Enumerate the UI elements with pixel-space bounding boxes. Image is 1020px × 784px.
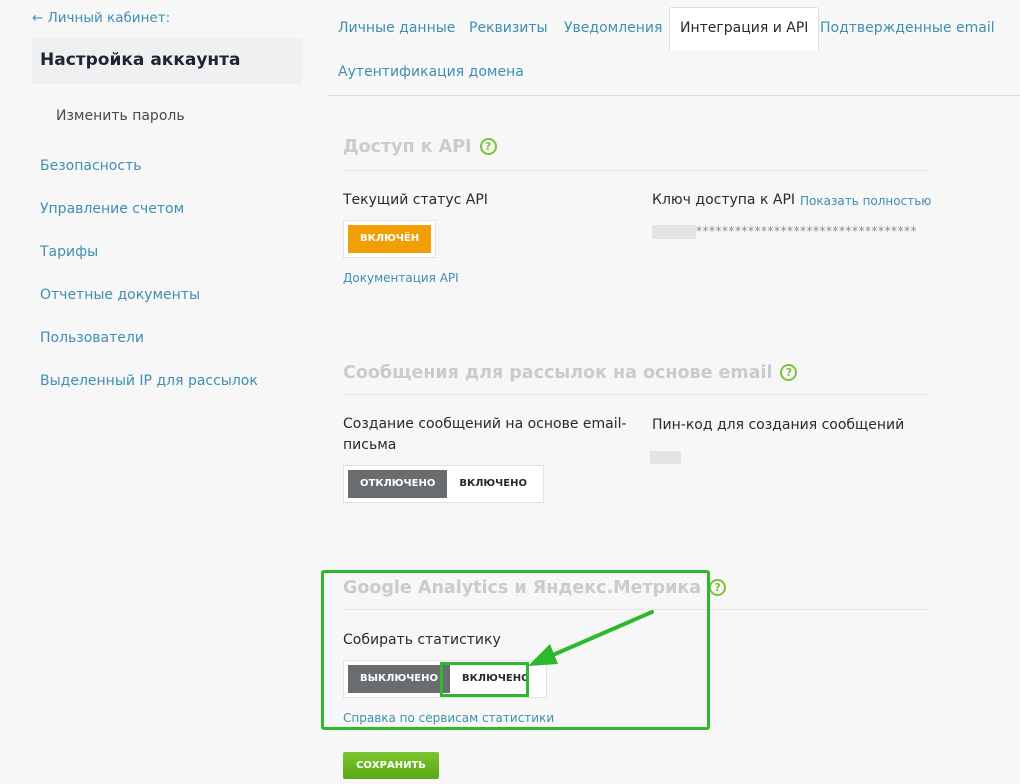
api-key-value: ********************************** xyxy=(652,224,917,239)
section-divider xyxy=(343,170,930,171)
back-to-account-link[interactable]: ← Личный кабинет: xyxy=(32,10,170,26)
section-divider xyxy=(343,394,930,395)
show-full-key-link[interactable]: Показать полностью xyxy=(800,194,931,208)
settings-tabs: Личные данные Реквизиты Уведомления Инте… xyxy=(328,0,1020,96)
help-icon[interactable]: ? xyxy=(709,579,727,596)
api-status-badge: ВКЛЮЧЁН xyxy=(348,225,432,253)
sidebar-title: Настройка аккаунта xyxy=(32,38,302,84)
sidebar-item-reports[interactable]: Отчетные документы xyxy=(40,287,258,330)
sidebar-item-users[interactable]: Пользователи xyxy=(40,330,258,373)
email-create-label: Создание сообщений на основе email-письм… xyxy=(343,416,627,453)
sidebar-nav: Безопасность Управление счетом Тарифы От… xyxy=(40,158,258,416)
save-button[interactable]: СОХРАНИТЬ xyxy=(343,752,439,779)
collect-stats-on-button[interactable]: ВКЛЮЧЕНО xyxy=(449,665,542,693)
api-key-label: Ключ доступа к API xyxy=(652,192,796,208)
sidebar-item-security[interactable]: Безопасность xyxy=(40,158,258,201)
pin-code-value xyxy=(650,451,681,464)
sidebar-item-change-password[interactable]: Изменить пароль xyxy=(56,108,185,124)
analytics-section-title-text: Google Analytics и Яндекс.Метрика xyxy=(343,578,702,598)
email-messages-section-title: Сообщения для рассылок на основе email? xyxy=(343,363,798,383)
email-create-on-button[interactable]: ВКЛЮЧЕНО xyxy=(447,470,539,498)
help-icon[interactable]: ? xyxy=(479,138,497,155)
sidebar-item-tariffs[interactable]: Тарифы xyxy=(40,244,258,287)
tab-integration-api[interactable]: Интеграция и API xyxy=(669,7,820,51)
collect-stats-label: Собирать статистику xyxy=(343,632,501,648)
collect-stats-off-button[interactable]: ВЫКЛЮЧЕНО xyxy=(348,665,450,693)
section-divider xyxy=(343,609,930,610)
api-status-indicator: ВКЛЮЧЁН xyxy=(343,220,437,258)
api-key-blurred-part xyxy=(652,224,696,239)
sidebar-item-dedicated-ip[interactable]: Выделенный IP для рассылок xyxy=(40,373,258,416)
tab-requisites[interactable]: Реквизиты xyxy=(459,8,558,48)
stats-help-link[interactable]: Справка по сервисам статистики xyxy=(343,711,554,725)
api-status-label: Текущий статус API xyxy=(343,192,488,208)
tab-notifications[interactable]: Уведомления xyxy=(554,8,672,48)
api-section-title: Доступ к API? xyxy=(343,137,497,157)
analytics-section-title: Google Analytics и Яндекс.Метрика? xyxy=(343,578,727,598)
email-create-toggle: ОТКЛЮЧЕНО ВКЛЮЧЕНО xyxy=(343,465,544,503)
tab-confirmed-emails[interactable]: Подтвержденные email xyxy=(810,8,1005,48)
collect-stats-toggle: ВЫКЛЮЧЕНО ВКЛЮЧЕНО xyxy=(343,660,547,698)
api-docs-link[interactable]: Документация API xyxy=(343,271,459,285)
email-create-off-button[interactable]: ОТКЛЮЧЕНО xyxy=(348,470,448,498)
api-key-masked-text: ********************************** xyxy=(696,224,917,238)
sidebar-item-account-management[interactable]: Управление счетом xyxy=(40,201,258,244)
tab-personal-data[interactable]: Личные данные xyxy=(328,8,465,48)
help-icon[interactable]: ? xyxy=(780,364,798,381)
email-messages-section-title-text: Сообщения для рассылок на основе email xyxy=(343,363,773,383)
tab-domain-authentication[interactable]: Аутентификация домена xyxy=(328,52,534,92)
pin-code-label: Пин-код для создания сообщений xyxy=(652,417,905,433)
api-section-title-text: Доступ к API xyxy=(343,137,472,157)
